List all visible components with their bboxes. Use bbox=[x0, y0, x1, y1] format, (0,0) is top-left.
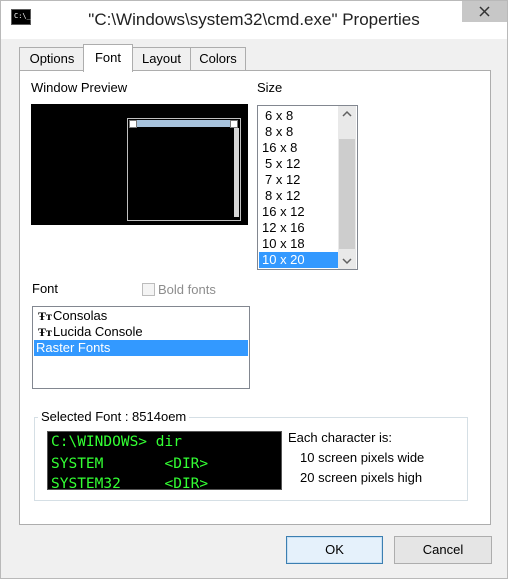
font-sample-preview: C:\WINDOWS> dir SYSTEM <DIR> SYSTEM32 <D… bbox=[47, 431, 282, 490]
truetype-icon: Ŧт bbox=[38, 325, 52, 339]
size-item-10x18[interactable]: 10 x 18 bbox=[259, 236, 338, 252]
size-listbox[interactable]: 6 x 8 8 x 8 16 x 8 5 x 12 7 x 12 8 x 12 … bbox=[257, 105, 358, 270]
char-height-text: 20 screen pixels high bbox=[300, 470, 423, 485]
font-item-consolas[interactable]: ŦтConsolas bbox=[34, 308, 248, 324]
size-item-8x8[interactable]: 8 x 8 bbox=[259, 124, 338, 140]
size-item-5x12[interactable]: 5 x 12 bbox=[259, 156, 338, 172]
size-item-16x8[interactable]: 16 x 8 bbox=[259, 140, 338, 156]
size-item-12x16[interactable]: 12 x 16 bbox=[259, 220, 338, 236]
bold-fonts-checkbox[interactable] bbox=[142, 283, 155, 296]
scroll-thumb[interactable] bbox=[339, 139, 355, 249]
preview-mini-window bbox=[127, 118, 241, 221]
font-item-raster-fonts[interactable]: Raster Fonts bbox=[34, 340, 248, 356]
preview-title-button bbox=[230, 120, 238, 128]
properties-window: C:\_ "C:\Windows\system32\cmd.exe" Prope… bbox=[0, 0, 508, 579]
chevron-up-icon bbox=[342, 110, 352, 117]
size-label: Size bbox=[257, 80, 283, 95]
size-item-6x8[interactable]: 6 x 8 bbox=[259, 108, 338, 124]
preview-scrollbar bbox=[234, 128, 239, 217]
size-item-8x12[interactable]: 8 x 12 bbox=[259, 188, 338, 204]
sample-line: C:\WINDOWS> dir bbox=[51, 434, 182, 450]
font-listbox[interactable]: ŦтConsolas ŦтLucida Console Raster Fonts bbox=[32, 306, 250, 389]
cancel-button[interactable]: Cancel bbox=[394, 536, 492, 564]
bold-fonts-label: Bold fonts bbox=[158, 282, 216, 297]
truetype-icon: Ŧт bbox=[38, 309, 52, 323]
font-item-label: Consolas bbox=[53, 308, 108, 323]
char-info-heading: Each character is: bbox=[288, 430, 393, 445]
size-item-10x20[interactable]: 10 x 20 bbox=[259, 252, 338, 268]
font-item-label: Lucida Console bbox=[53, 324, 143, 339]
preview-title-button bbox=[129, 120, 137, 128]
chevron-down-icon bbox=[342, 258, 352, 265]
size-list-scrollbar[interactable] bbox=[338, 106, 356, 269]
sample-line: SYSTEM32 <DIR> bbox=[51, 476, 209, 490]
font-item-lucida-console[interactable]: ŦтLucida Console bbox=[34, 324, 248, 340]
size-item-7x12[interactable]: 7 x 12 bbox=[259, 172, 338, 188]
window-preview-label: Window Preview bbox=[31, 80, 128, 95]
font-label: Font bbox=[32, 281, 59, 296]
char-width-text: 10 screen pixels wide bbox=[300, 450, 425, 465]
size-item-16x12[interactable]: 16 x 12 bbox=[259, 204, 338, 220]
scroll-up-button[interactable] bbox=[338, 106, 356, 122]
ok-button[interactable]: OK bbox=[286, 536, 383, 564]
preview-titlebar bbox=[129, 120, 237, 127]
selected-font-group-title: Selected Font : 8514oem bbox=[38, 409, 190, 424]
scroll-down-button[interactable] bbox=[338, 253, 356, 269]
window-preview bbox=[31, 104, 248, 225]
sample-line: SYSTEM <DIR> bbox=[51, 456, 209, 472]
